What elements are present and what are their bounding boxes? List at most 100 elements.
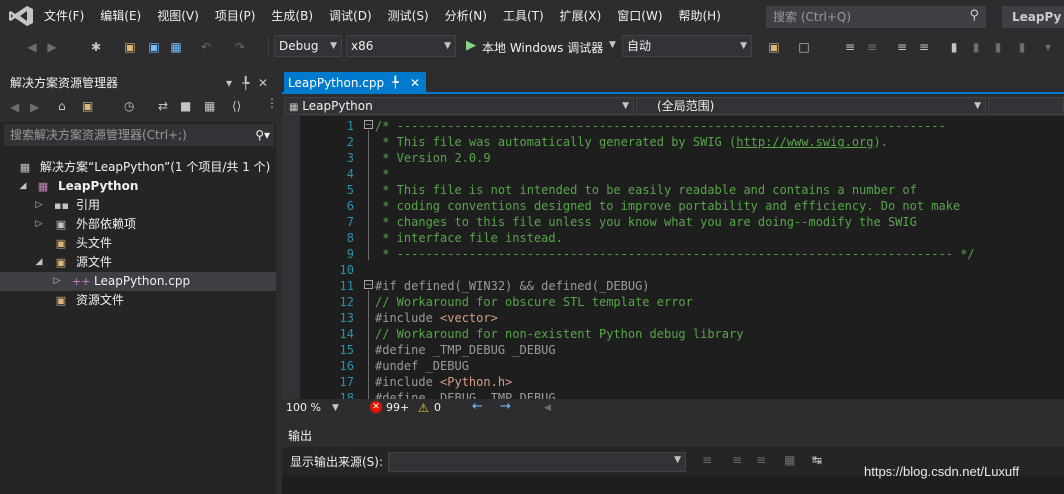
solution-explorer-search-input[interactable]: 搜索解决方案资源管理器(Ctrl+;) ⚲▾: [4, 124, 274, 146]
project-nav-dropdown[interactable]: ▦ LeapPython ▼: [284, 97, 634, 115]
tree-item[interactable]: ▷ ▣ 外部依赖项: [0, 215, 276, 234]
menu-item-11[interactable]: 帮助(H): [671, 0, 729, 32]
editor-status-bar: 100 % ▼ ✕ 99+ ⚠ 0 ← → ◀: [282, 399, 1064, 417]
indent-icon[interactable]: ≡: [842, 39, 858, 55]
fold-toggle-icon[interactable]: −: [364, 280, 373, 289]
tree-item[interactable]: ▷ ▪▪ 引用: [0, 196, 276, 215]
chevron-down-icon: ▼: [444, 41, 451, 51]
error-count[interactable]: 99+: [386, 399, 409, 417]
menu-item-9[interactable]: 扩展(X): [552, 0, 610, 32]
tree-item[interactable]: ▣ 资源文件: [0, 291, 276, 310]
comment-icon[interactable]: ≡: [894, 39, 910, 55]
back-icon[interactable]: ◀: [24, 39, 40, 55]
menu-item-5[interactable]: 调试(D): [321, 0, 380, 32]
expander-icon[interactable]: ▷: [34, 215, 44, 234]
previous-issue-icon[interactable]: ←: [472, 398, 483, 416]
sync-view-icon[interactable]: ▣: [82, 99, 93, 113]
pending-changes-icon[interactable]: ◷: [124, 99, 134, 113]
expander-icon[interactable]: ◢: [18, 177, 28, 196]
prev-bookmark-icon[interactable]: ▮: [968, 39, 984, 55]
pin-icon[interactable]: ╄: [242, 72, 249, 94]
solution-explorer-toolbar: ◀ ▶ ⌂ ▣ ◷ ⇄ ■ ▦ ⟨⟩ ⋮: [0, 94, 278, 122]
warning-icon[interactable]: ⚠: [418, 399, 429, 417]
word-wrap-icon[interactable]: ↹: [812, 453, 822, 467]
menu-item-4[interactable]: 生成(B): [263, 0, 321, 32]
chevron-down-icon[interactable]: ▼: [332, 399, 339, 417]
back-icon[interactable]: ◀: [10, 100, 19, 114]
tree-item[interactable]: ◢ ▦ LeapPython: [0, 177, 276, 196]
member-nav-dropdown[interactable]: [988, 97, 1064, 115]
menu-item-0[interactable]: 文件(F): [36, 0, 92, 32]
tree-item[interactable]: ◢ ▣ 源文件: [0, 253, 276, 272]
zoom-level[interactable]: 100 %: [286, 399, 321, 417]
play-icon[interactable]: ▶: [466, 38, 476, 53]
close-icon[interactable]: ✕: [410, 72, 420, 94]
search-input[interactable]: 搜索 (Ctrl+Q) ⚲: [766, 6, 986, 28]
close-icon[interactable]: ✕: [258, 72, 268, 94]
tree-item[interactable]: ▣ 头文件: [0, 234, 276, 253]
sync-icon[interactable]: ⇄: [158, 99, 168, 113]
visual-studio-logo-icon[interactable]: [8, 5, 34, 27]
pin-icon[interactable]: ╄: [392, 72, 399, 94]
expander-icon[interactable]: ◢: [34, 253, 44, 272]
new-project-icon[interactable]: ✱: [88, 39, 104, 55]
open-folder-icon[interactable]: ▣: [122, 39, 138, 55]
next-message-icon[interactable]: ≡: [756, 453, 766, 467]
save-all-icon[interactable]: ▦: [168, 39, 184, 55]
collapse-all-icon[interactable]: ■: [180, 99, 191, 113]
menu-item-6[interactable]: 测试(S): [380, 0, 437, 32]
clear-all-icon[interactable]: ▦: [784, 453, 795, 467]
chevron-down-icon[interactable]: ▼: [609, 40, 616, 50]
code-view-icon[interactable]: ⟨⟩: [232, 99, 241, 113]
code-line: * changes to this file unless you know w…: [375, 214, 917, 230]
output-source-dropdown[interactable]: ▼: [388, 452, 686, 472]
menu-item-10[interactable]: 窗口(W): [609, 0, 670, 32]
next-issue-icon[interactable]: →: [500, 398, 511, 416]
uncomment-icon[interactable]: ≡: [916, 39, 932, 55]
next-bookmark-icon[interactable]: ▮: [990, 39, 1006, 55]
line-number: 14: [339, 327, 354, 341]
project-title[interactable]: LeapPy: [1002, 6, 1064, 28]
config-dropdown[interactable]: Debug ▼: [274, 35, 342, 57]
scroll-left-icon[interactable]: ◀: [544, 399, 551, 417]
run-debugger-button[interactable]: 本地 Windows 调试器: [482, 39, 603, 56]
save-icon[interactable]: ▣: [146, 39, 162, 55]
go-to-location-icon[interactable]: ≡: [702, 453, 712, 467]
window-icon[interactable]: □: [796, 39, 812, 55]
menu-item-1[interactable]: 编辑(E): [92, 0, 149, 32]
menu-item-8[interactable]: 工具(T): [495, 0, 552, 32]
forward-icon[interactable]: ▶: [30, 100, 39, 114]
overflow-icon[interactable]: ⋮: [266, 96, 278, 110]
tree-item[interactable]: ▷ ++ LeapPython.cpp: [0, 272, 276, 291]
folder-icon[interactable]: ▣: [766, 39, 782, 55]
prev-message-icon[interactable]: ≡: [732, 453, 742, 467]
toolbar-overflow-icon[interactable]: ▾: [1040, 39, 1056, 55]
code-link[interactable]: http://www.swig.org: [736, 135, 873, 149]
bookmark-icon[interactable]: ▮: [946, 39, 962, 55]
menu-item-2[interactable]: 视图(V): [149, 0, 207, 32]
code-editor[interactable]: 1 /* ------------------------------------…: [282, 116, 1064, 399]
scope-nav-dropdown[interactable]: (全局范围) ▼: [636, 97, 986, 115]
expander-icon[interactable]: ▷: [52, 272, 62, 291]
code-text: * interface file instead.: [375, 231, 563, 245]
clear-bookmark-icon[interactable]: ▮: [1014, 39, 1030, 55]
undo-icon[interactable]: ↶: [198, 39, 214, 55]
tab-leappython-cpp[interactable]: LeapPython.cpp ╄ ✕: [284, 72, 426, 94]
fold-toggle-icon[interactable]: −: [364, 120, 373, 129]
outdent-icon[interactable]: ≡: [864, 39, 880, 55]
menu-item-7[interactable]: 分析(N): [437, 0, 495, 32]
platform-dropdown[interactable]: x86 ▼: [346, 35, 456, 57]
mode-dropdown[interactable]: 自动 ▼: [622, 35, 752, 57]
redo-icon[interactable]: ↷: [232, 39, 248, 55]
show-all-files-icon[interactable]: ▦: [204, 99, 215, 113]
tree-item[interactable]: ▦ 解决方案“LeapPython”(1 个项目/共 1 个): [0, 158, 276, 177]
line-number: 10: [339, 263, 354, 277]
home-icon[interactable]: ⌂: [58, 99, 66, 113]
menu-item-3[interactable]: 项目(P): [207, 0, 264, 32]
forward-icon[interactable]: ▶: [44, 39, 60, 55]
expander-icon[interactable]: ▷: [34, 196, 44, 215]
chevron-down-icon[interactable]: ▾: [226, 72, 232, 94]
warning-count[interactable]: 0: [434, 399, 441, 417]
error-icon[interactable]: ✕: [370, 401, 382, 413]
output-panel: 输出 显示输出来源(S): ▼ ≡ ≡ ≡ ▦ ↹: [282, 425, 1064, 494]
